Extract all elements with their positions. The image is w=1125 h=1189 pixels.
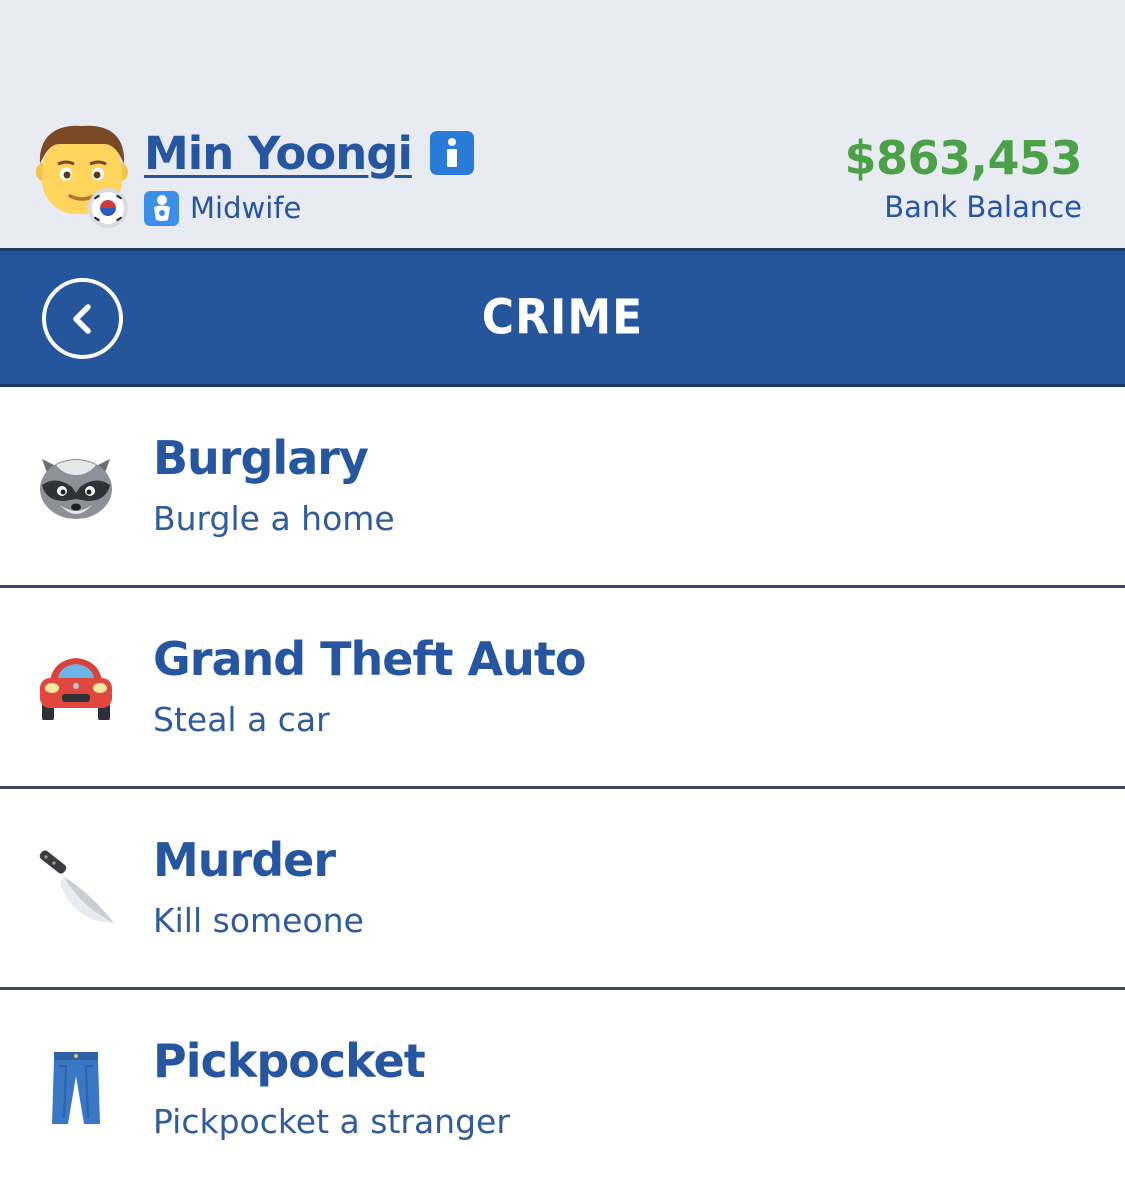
crime-item-grand-theft-auto[interactable]: Grand Theft Auto Steal a car — [0, 588, 1125, 789]
crime-description: Kill someone — [153, 901, 364, 940]
crime-description: Steal a car — [153, 700, 330, 739]
south-korea-flag-icon — [88, 188, 128, 228]
info-icon[interactable] — [429, 131, 474, 175]
baby-icon — [144, 190, 179, 226]
crime-description: Pickpocket a stranger — [153, 1102, 510, 1141]
bank-balance-amount: $863,453 — [844, 131, 1082, 185]
screen-title: CRIME — [481, 289, 644, 346]
crime-item-murder[interactable]: Murder Kill someone — [0, 789, 1125, 990]
job-row: Midwife — [144, 188, 301, 228]
app-root: Min Yoongi Midwife $863,453 Bank Balance — [0, 0, 1125, 1189]
crime-title: Pickpocket — [153, 1034, 426, 1088]
crime-title: Grand Theft Auto — [153, 632, 586, 686]
player-name-row: Min Yoongi — [144, 124, 474, 182]
crime-list: Burglary Burgle a home Grand Theft Auto — [0, 387, 1125, 1189]
jeans-icon — [36, 1048, 116, 1128]
player-avatar[interactable] — [34, 124, 130, 234]
kitchen-knife-icon — [36, 847, 116, 927]
crime-title: Burglary — [153, 431, 369, 485]
job-label: Midwife — [190, 191, 302, 225]
red-car-icon — [36, 646, 116, 726]
player-name-link[interactable]: Min Yoongi — [144, 127, 413, 180]
crime-description: Burgle a home — [153, 499, 395, 538]
profile-header: Min Yoongi Midwife $863,453 Bank Balance — [0, 0, 1125, 248]
bank-balance-label: Bank Balance — [884, 190, 1082, 224]
crime-item-burglary[interactable]: Burglary Burgle a home — [0, 387, 1125, 588]
man-face-icon — [36, 125, 128, 228]
crime-title: Murder — [153, 833, 336, 887]
raccoon-icon — [36, 445, 116, 525]
title-bar: CRIME — [0, 248, 1125, 387]
crime-item-pickpocket[interactable]: Pickpocket Pickpocket a stranger — [0, 990, 1125, 1189]
